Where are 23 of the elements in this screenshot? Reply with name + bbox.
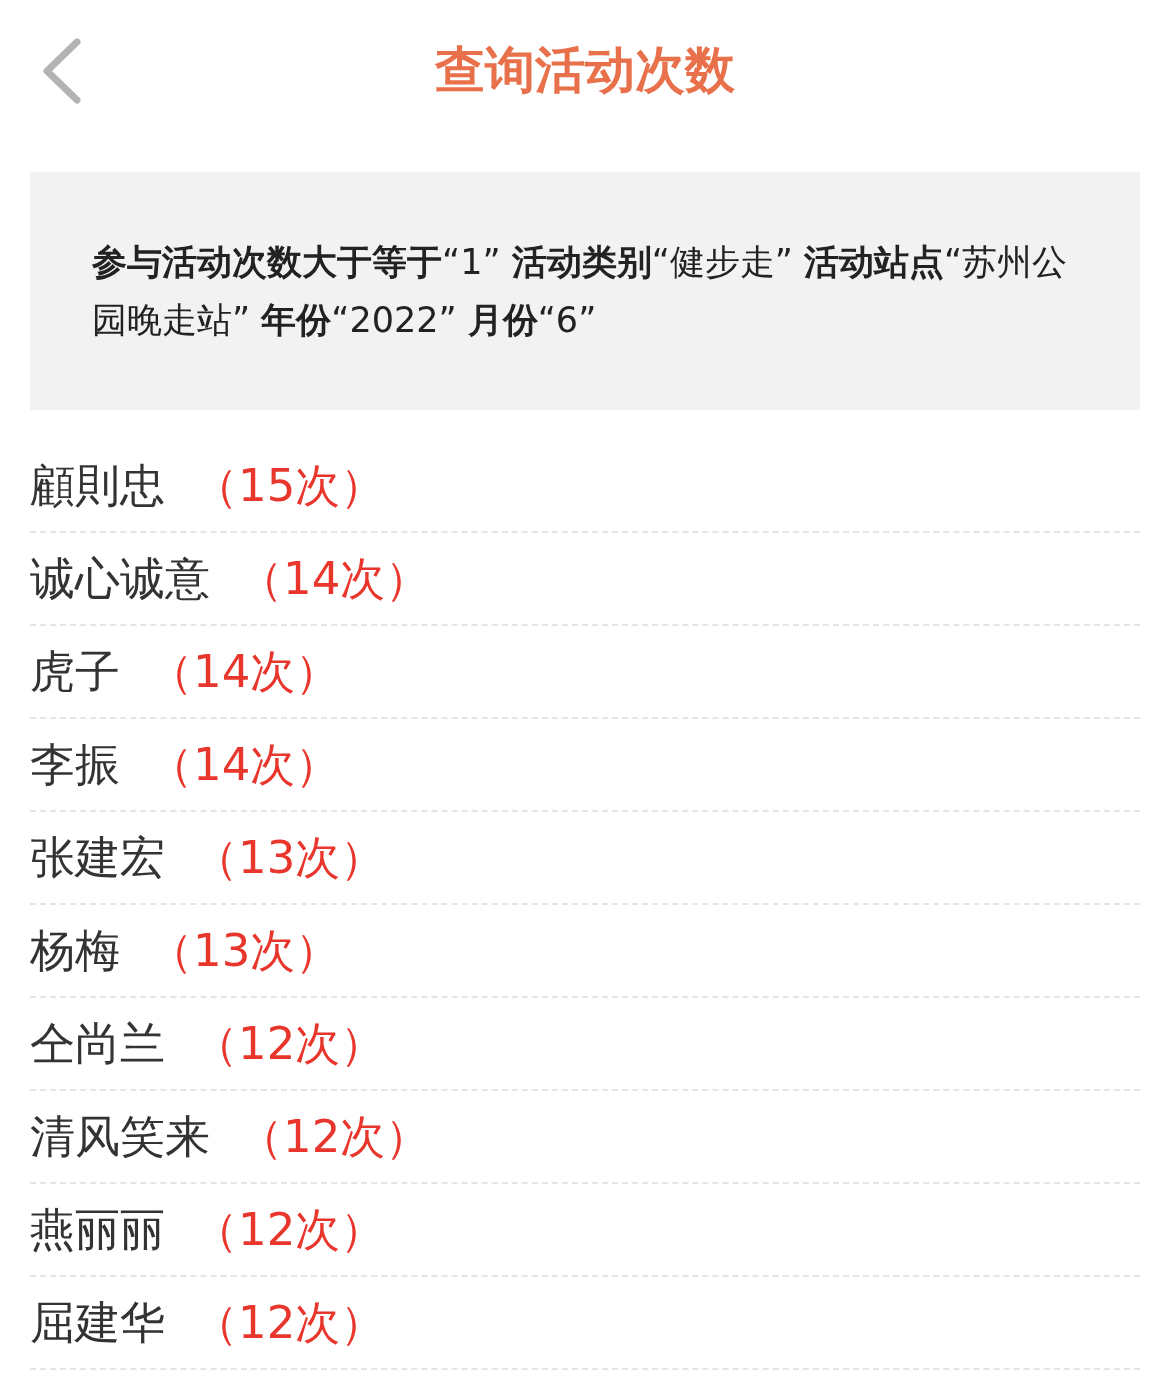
activity-count: （14次）: [148, 736, 341, 793]
activity-count: （14次）: [148, 643, 341, 700]
activity-count: （13次）: [193, 829, 386, 886]
filter-summary: 参与活动次数大于等于“1” 活动类别“健步走” 活动站点“苏州公园晚走站” 年份“2022” 月份“6”: [92, 241, 1069, 342]
activity-count: （12次）: [193, 1294, 386, 1351]
member-name: 诚心诚意: [30, 550, 210, 607]
member-name: 虎子: [30, 643, 120, 700]
page-title: 查询活动次数: [435, 39, 735, 101]
member-name: 张建宏: [30, 829, 165, 886]
member-name: 杨梅: [30, 922, 120, 979]
activity-count: （12次）: [193, 1015, 386, 1072]
activity-count: （13次）: [148, 922, 341, 979]
activity-count: （15次）: [193, 457, 386, 514]
member-name: 燕丽丽: [30, 1201, 165, 1258]
member-name: 仝尚兰: [30, 1015, 165, 1072]
member-name: 屈建华: [30, 1294, 165, 1351]
activity-count: （12次）: [193, 1201, 386, 1258]
chevron-left-icon: [41, 38, 81, 104]
activity-count: （14次）: [238, 550, 431, 607]
member-name: 李振: [30, 736, 120, 793]
member-name: 清风笑来: [30, 1108, 210, 1165]
member-name: 顧則忠: [30, 457, 165, 514]
activity-count: （12次）: [238, 1108, 431, 1165]
